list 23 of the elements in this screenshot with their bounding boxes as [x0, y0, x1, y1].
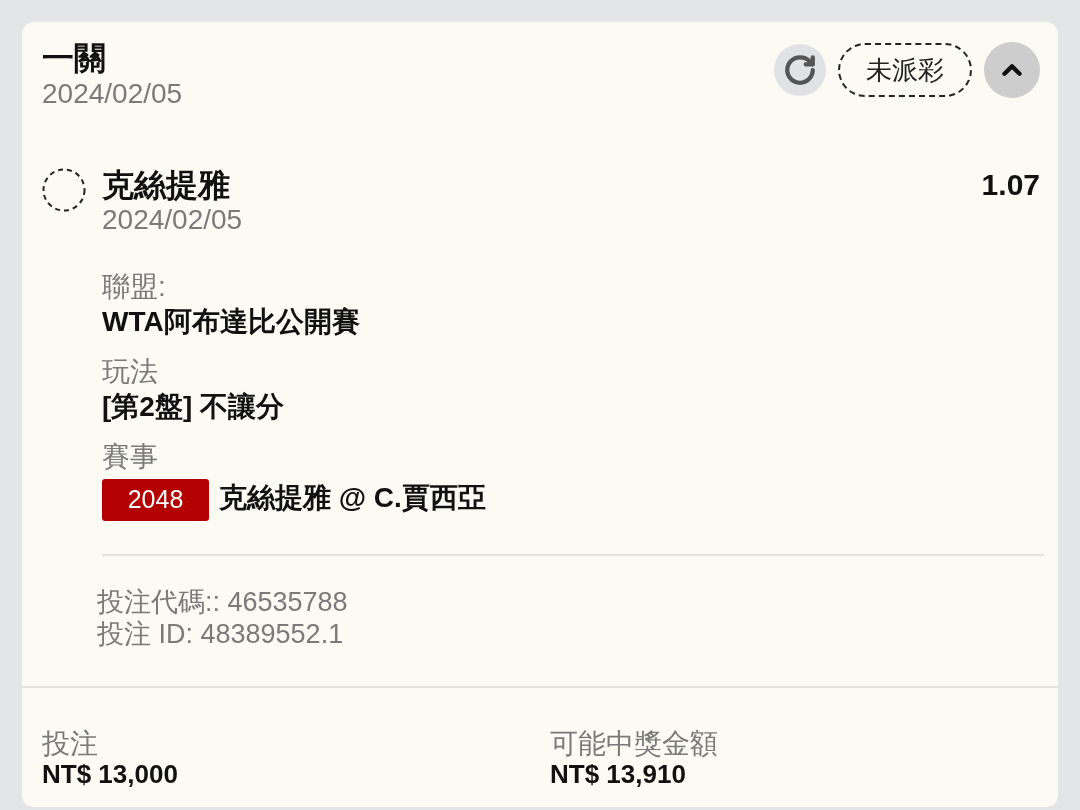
detail-label: 玩法	[102, 355, 159, 389]
bet-type-title: 一關	[42, 40, 107, 76]
settlement-status-tag: 未派彩	[838, 43, 972, 97]
selection-name: 克絲提雅	[102, 167, 230, 203]
dashed-circle-icon	[42, 168, 86, 212]
refresh-icon	[783, 53, 817, 87]
bet-reference-text: 投注代碼:: 46535788	[97, 586, 349, 618]
total-label: 投注	[42, 728, 99, 759]
bet-reference-text: 投注 ID: 48389552.1	[97, 618, 345, 650]
selection-date: 2024/02/05	[102, 203, 244, 237]
detail-value: WTA阿布達比公開賽	[102, 305, 360, 339]
bet-date: 2024/02/05	[42, 77, 183, 111]
collapse-button[interactable]	[984, 42, 1040, 98]
refresh-button[interactable]	[774, 44, 826, 96]
detail-label: 聯盟:	[102, 270, 167, 304]
event-code-tag: 2048	[102, 478, 209, 521]
total-label: 可能中獎金額	[550, 728, 719, 759]
detail-value: [第2盤] 不讓分	[102, 390, 284, 424]
total-amount: NT$ 13,000	[42, 759, 179, 790]
total-amount: NT$ 13,910	[550, 759, 687, 790]
detail-value: 克絲提雅 @ C.賈西亞	[219, 481, 486, 515]
detail-label: 賽事	[102, 440, 159, 474]
odds-value: 1.07	[981, 167, 1040, 203]
